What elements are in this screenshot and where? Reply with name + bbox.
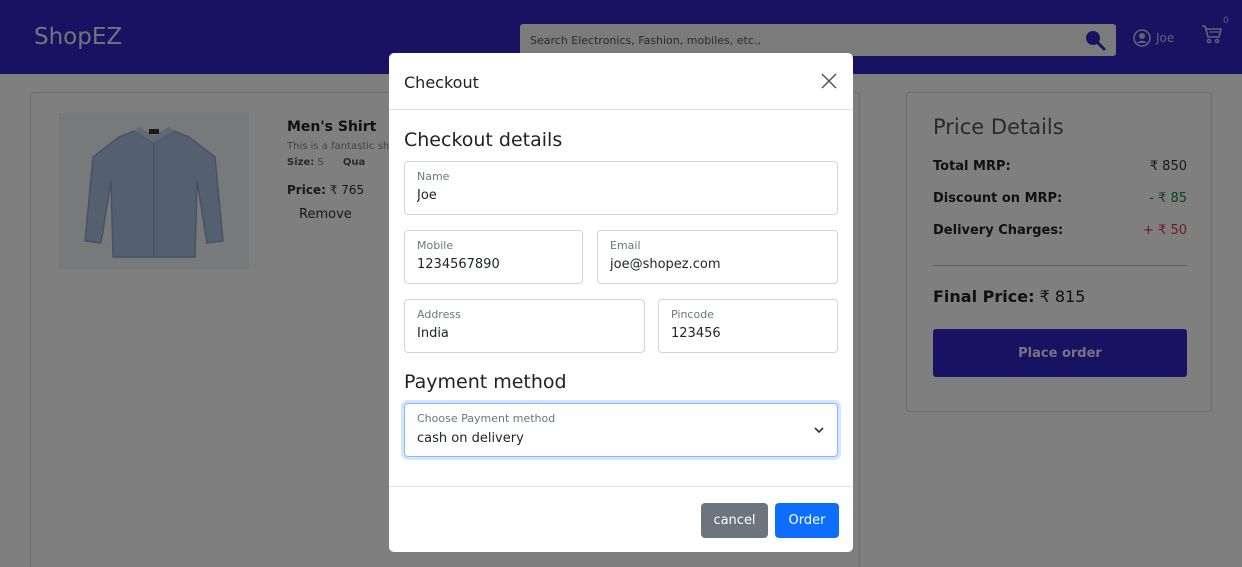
mobile-field[interactable]: Mobile xyxy=(404,230,583,284)
modal-header: Checkout xyxy=(389,53,853,110)
close-button[interactable] xyxy=(819,71,839,91)
payment-method-select[interactable]: Choose Payment method cash on delivery xyxy=(404,403,838,457)
modal-footer: cancel Order xyxy=(389,486,853,552)
chevron-down-icon xyxy=(814,427,824,434)
email-field[interactable]: Email xyxy=(597,230,838,284)
cancel-button[interactable]: cancel xyxy=(701,503,768,538)
mobile-field-label: Mobile xyxy=(417,239,454,252)
pincode-input[interactable] xyxy=(671,326,823,341)
email-field-label: Email xyxy=(610,239,641,252)
close-icon xyxy=(821,73,837,89)
mobile-input[interactable] xyxy=(417,257,568,272)
payment-select-value: cash on delivery xyxy=(417,431,524,446)
checkout-details-heading: Checkout details xyxy=(404,129,563,151)
address-field[interactable]: Address xyxy=(404,299,645,353)
payment-method-heading: Payment method xyxy=(404,371,567,393)
pincode-field-label: Pincode xyxy=(671,308,714,321)
modal-title: Checkout xyxy=(404,73,479,92)
name-field[interactable]: Name xyxy=(404,161,838,215)
address-field-label: Address xyxy=(417,308,461,321)
address-input[interactable] xyxy=(417,326,621,341)
name-input[interactable] xyxy=(417,188,785,203)
email-input[interactable] xyxy=(610,257,814,272)
payment-select-label: Choose Payment method xyxy=(417,412,556,425)
name-field-label: Name xyxy=(417,170,450,183)
checkout-modal: Checkout Checkout details Name Mobile Em… xyxy=(389,53,853,552)
order-button[interactable]: Order xyxy=(775,503,839,538)
pincode-field[interactable]: Pincode xyxy=(658,299,838,353)
